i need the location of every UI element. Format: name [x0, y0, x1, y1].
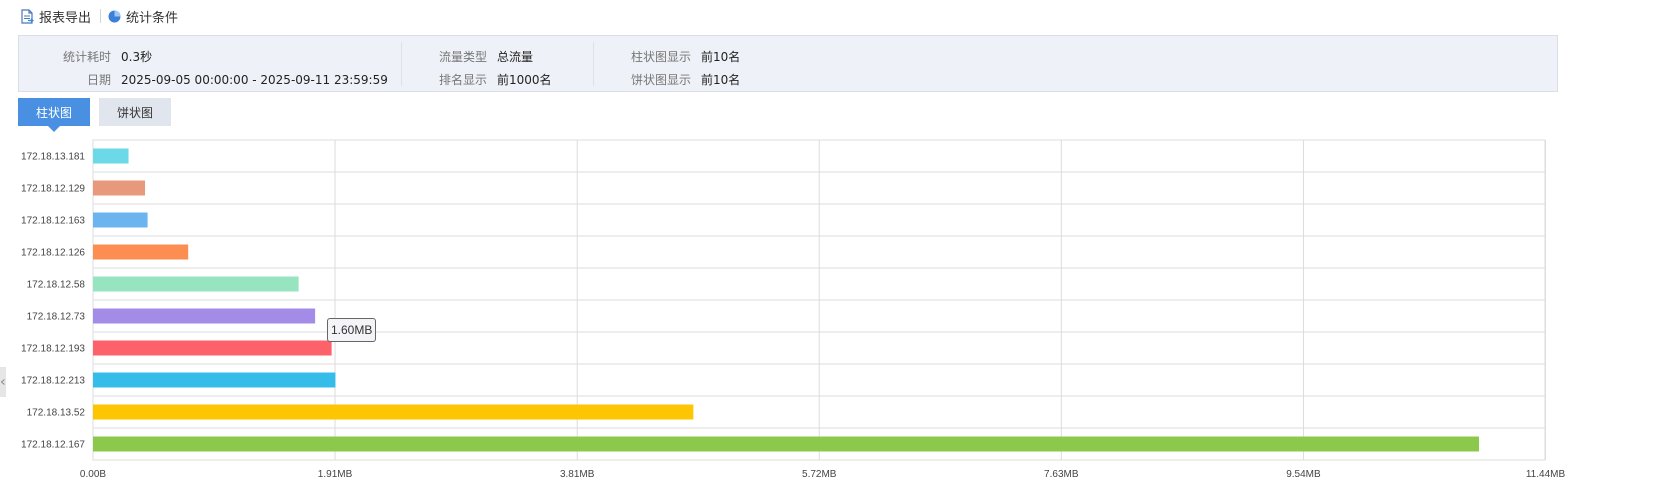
y-tick-label: 172.18.13.52 — [27, 408, 86, 419]
info-rank-value: 前1000名 — [497, 73, 552, 87]
bar — [93, 308, 316, 324]
bar — [93, 436, 1479, 452]
info-pie-show-label: 饼状图显示 — [631, 73, 692, 87]
x-tick-label: 7.63MB — [1044, 469, 1079, 480]
y-tick-label: 172.18.12.73 — [27, 312, 86, 323]
info-rank-label: 排名显示 — [439, 73, 488, 87]
info-bar-show: 柱状图显示 前10名 — [631, 48, 740, 65]
info-elapsed-label: 统计耗时 — [63, 50, 112, 64]
tab-pie-chart[interactable]: 饼状图 — [99, 98, 171, 126]
y-tick-label: 172.18.12.129 — [21, 184, 85, 195]
toolbar: 报表导出 统计条件 — [0, 0, 1667, 32]
collapse-handle[interactable] — [0, 367, 6, 397]
y-tick-label: 172.18.12.58 — [27, 280, 86, 291]
stats-condition-button[interactable]: 统计条件 — [108, 7, 178, 26]
y-tick-label: 172.18.12.167 — [21, 440, 85, 451]
bar — [93, 276, 299, 292]
stats-condition-label: 统计条件 — [126, 10, 179, 26]
y-tick-label: 172.18.12.126 — [21, 248, 85, 259]
info-date-value: 2025-09-05 00:00:00 - 2025-09-11 23:59:5… — [121, 73, 388, 87]
info-bar-show-label: 柱状图显示 — [631, 50, 692, 64]
x-tick-label: 3.81MB — [560, 469, 595, 480]
x-tick-label: 5.72MB — [802, 469, 837, 480]
export-report-label: 报表导出 — [39, 10, 92, 26]
info-rank: 排名显示 前1000名 — [439, 71, 552, 88]
value-tooltip: 1.60MB — [327, 318, 377, 342]
info-elapsed: 统计耗时 0.3秒 — [63, 48, 152, 65]
x-tick-label: 0.00B — [80, 469, 106, 480]
bar — [93, 372, 336, 388]
bar — [93, 404, 694, 420]
x-tick-label: 1.91MB — [318, 469, 353, 480]
bar — [93, 212, 148, 228]
pie-chart-icon — [108, 10, 121, 22]
toolbar-divider — [100, 9, 102, 23]
x-tick-label: 11.44MB — [1526, 469, 1566, 480]
bar — [93, 148, 129, 164]
export-report-button[interactable]: 报表导出 — [20, 7, 91, 26]
x-tick-label: 9.54MB — [1286, 469, 1321, 480]
info-date: 日期 2025-09-05 00:00:00 - 2025-09-11 23:59… — [63, 71, 388, 88]
bar — [93, 340, 332, 356]
bar — [93, 244, 189, 260]
chevron-left-icon — [1, 379, 5, 385]
info-divider — [593, 42, 594, 86]
info-date-label: 日期 — [86, 73, 111, 87]
y-tick-label: 172.18.12.163 — [21, 216, 85, 227]
info-pie-show-value: 前10名 — [701, 73, 741, 87]
info-divider — [401, 42, 402, 86]
info-flow-type-label: 流量类型 — [439, 50, 488, 64]
tab-bar-chart[interactable]: 柱状图 — [18, 98, 90, 132]
y-tick-label: 172.18.13.181 — [21, 152, 85, 163]
bar-chart: 0.00B 1.91MB 3.81MB 5.72MB 7.63MB 9.54MB 11.44… — [21, 139, 1566, 480]
stats-info-panel: 统计耗时 0.3秒 日期 2025-09-05 00:00:00 - 2025-09… — [18, 35, 1558, 92]
chart-tabs: 柱状图 饼状图 — [18, 98, 171, 132]
info-pie-show: 饼状图显示 前10名 — [631, 71, 740, 88]
export-report-icon — [21, 8, 34, 24]
y-tick-label: 172.18.12.193 — [21, 344, 85, 355]
bar — [93, 180, 146, 196]
info-flow-type: 流量类型 总流量 — [439, 48, 533, 65]
info-flow-type-value: 总流量 — [497, 50, 534, 64]
info-elapsed-value: 0.3秒 — [121, 50, 153, 64]
y-tick-label: 172.18.12.213 — [21, 376, 85, 387]
info-bar-show-value: 前10名 — [701, 50, 741, 64]
